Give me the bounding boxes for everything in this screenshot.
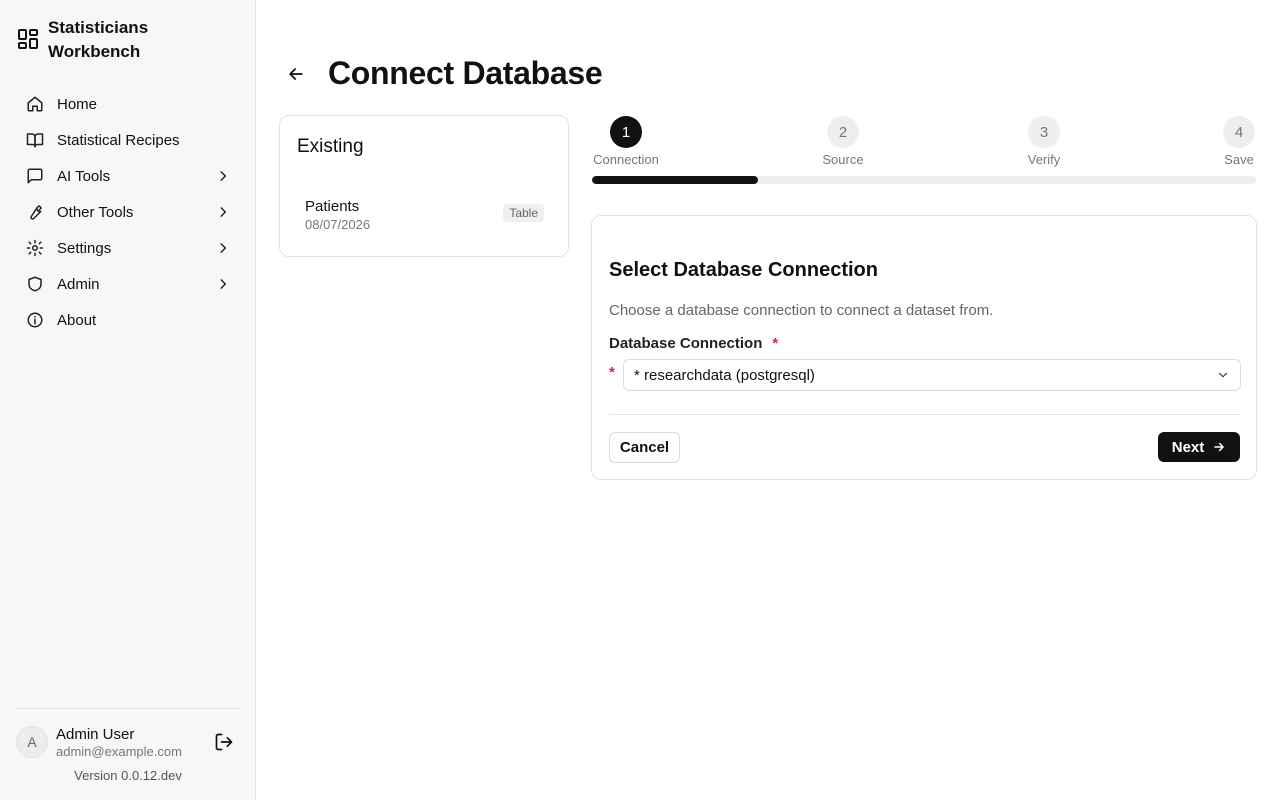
home-icon [27,96,43,112]
list-item[interactable]: Patients 08/07/2026 Table [288,192,560,236]
chat-icon [27,168,43,184]
user-profile: A Admin User admin@example.com [16,726,240,760]
sidebar-item-label: AI Tools [57,167,111,185]
chevron-down-icon [1218,372,1228,378]
step-source[interactable]: 2 Source [813,116,873,167]
avatar[interactable]: A [16,726,48,758]
book-icon [26,133,44,148]
chevron-right-icon [220,171,227,181]
step-number: 2 [827,116,859,148]
sidebar-item-statistical-recipes[interactable]: Statistical Recipes [16,122,240,158]
sidebar-item-ai-tools[interactable]: AI Tools [16,158,240,194]
version-label: Version 0.0.12.dev [74,768,182,783]
sidebar: Statisticians Workbench Home Statistical… [0,0,256,800]
step-label: Save [1224,152,1254,167]
step-label: Source [822,152,864,167]
arrow-right-icon [1214,442,1225,452]
existing-title: Existing [297,136,364,157]
step-number: 1 [610,116,642,148]
step-save[interactable]: 4 Save [1219,116,1259,167]
sidebar-item-label: Admin [57,275,100,293]
info-icon [27,312,43,328]
shield-icon [28,276,42,292]
required-indicator: * [609,364,615,381]
step-progress-fill [592,176,758,184]
step-number: 4 [1223,116,1255,148]
wrench-icon [30,205,42,220]
logout-icon[interactable] [214,732,234,752]
step-number: 3 [1028,116,1060,148]
brand[interactable]: Statisticians Workbench [16,16,168,64]
field-label: Database Connection * [609,335,778,352]
sidebar-item-home[interactable]: Home [16,86,240,122]
step-label: Connection [593,152,659,167]
sidebar-item-settings[interactable]: Settings [16,230,240,266]
user-name: Admin User [56,726,135,743]
next-button[interactable]: Next [1158,432,1240,462]
back-arrow-icon[interactable] [286,64,306,84]
user-email: admin@example.com [56,744,182,759]
dataset-name: Patients [305,198,360,215]
sidebar-item-label: Home [57,95,98,113]
sidebar-item-admin[interactable]: Admin [16,266,240,302]
step-label: Verify [1027,152,1061,167]
connection-card: Select Database Connection Choose a data… [591,215,1257,480]
dashboard-grid-icon [18,29,38,49]
page-title: Connect Database [328,55,603,91]
required-mark: * [772,335,779,352]
sidebar-item-label: Statistical Recipes [57,131,180,149]
card-title: Select Database Connection [609,259,878,281]
select-value: * researchdata (postgresql) [634,366,815,384]
chevron-right-icon [220,243,227,253]
cancel-button[interactable]: Cancel [609,432,680,463]
step-connection[interactable]: 1 Connection [592,116,660,167]
dataset-date: 08/07/2026 [305,217,371,232]
card-description: Choose a database connection to connect … [609,302,994,319]
dataset-type-badge: Table [503,204,544,222]
sidebar-nav: Home Statistical Recipes AI Tools Other … [16,86,240,338]
sidebar-item-label: Settings [57,239,112,257]
gear-icon [26,239,44,257]
sidebar-item-label: Other Tools [57,203,134,221]
sidebar-divider [16,708,240,709]
next-button-label: Next [1171,438,1205,456]
card-divider [609,414,1241,415]
sidebar-item-other-tools[interactable]: Other Tools [16,194,240,230]
sidebar-item-label: About [57,311,97,329]
chevron-right-icon [220,279,227,289]
sidebar-item-about[interactable]: About [16,302,240,338]
field-label-text: Database Connection [609,335,763,352]
chevron-right-icon [220,207,227,217]
database-connection-select[interactable]: * researchdata (postgresql) [623,359,1241,391]
step-verify[interactable]: 3 Verify [1014,116,1074,167]
existing-panel: Existing Patients 08/07/2026 Table [279,115,569,257]
step-progress-bar [592,176,1256,184]
app-title: Statisticians Workbench [48,18,149,61]
